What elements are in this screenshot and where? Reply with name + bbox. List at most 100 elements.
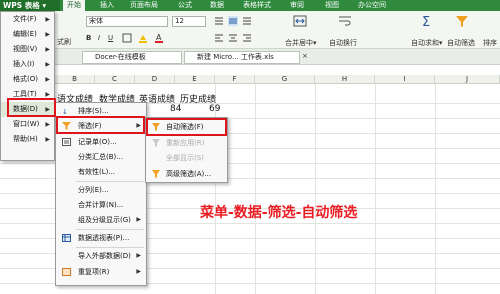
menu-text-to-columns[interactable]: 分列(E)... [56, 183, 146, 197]
menu-help[interactable]: 帮助(H) ▶ [1, 132, 54, 147]
menu-insert[interactable]: 插入(I) ▶ [1, 57, 54, 72]
column-header-i[interactable]: I [375, 75, 435, 84]
column-header-e[interactable]: E [175, 75, 215, 84]
fill-color-icon[interactable] [138, 33, 148, 43]
wrap-text-icon[interactable] [338, 14, 352, 28]
align-center-icon[interactable] [228, 33, 238, 43]
menu-tools[interactable]: 工具(T) ▶ [1, 87, 54, 102]
align-right-icon[interactable] [242, 33, 252, 43]
font-name-select[interactable]: 宋体 [86, 16, 168, 27]
tab-docer-template[interactable]: Docer-在线模板 [82, 51, 182, 64]
menu-consolidate[interactable]: 合并计算(N)... [56, 198, 146, 212]
menu-help-label: 帮助(H) [13, 135, 38, 143]
form-icon [62, 138, 71, 146]
tab-table-style[interactable]: 表格样式 [243, 0, 271, 11]
menu-duplicates-label: 重复项(R) [78, 268, 110, 276]
instruction-annotation: 菜单-数据-筛选-自动筛选 [200, 205, 358, 221]
column-header-d[interactable]: D [135, 75, 175, 84]
cell-value[interactable]: 84 [170, 104, 181, 114]
align-top-icon[interactable] [214, 16, 224, 26]
menu-auto-filter-label: 自动筛选(F) [166, 123, 204, 131]
menu-reapply: 重新应用(R) [146, 136, 227, 150]
font-size-select[interactable]: 12 [172, 16, 206, 27]
menu-filter[interactable]: 筛选(F) ▶ [56, 119, 146, 133]
chevron-right-icon: ▶ [136, 268, 141, 275]
menu-validation[interactable]: 有效性(L)... [56, 165, 146, 179]
column-header-h[interactable]: H [315, 75, 375, 84]
menu-data[interactable]: 数据(D) ▶ [1, 102, 54, 117]
merge-center-label[interactable]: 合并居中▾ [285, 38, 317, 48]
auto-filter-label[interactable]: 自动筛选 [447, 38, 475, 48]
menu-record-form[interactable]: 记录单(O)... [56, 135, 146, 149]
funnel-icon [152, 170, 160, 178]
tab-data[interactable]: 数据 [210, 0, 224, 11]
format-painter-label[interactable]: 式刷 [57, 37, 71, 47]
menu-validation-label: 有效性(L)... [78, 168, 116, 176]
funnel-icon [152, 139, 160, 147]
main-menu: 文件(F) ▶ 编辑(E) ▶ 视图(V) ▶ 插入(I) ▶ 格式(O) ▶ 工具(T)… [0, 11, 55, 161]
tab-review[interactable]: 审阅 [290, 0, 304, 11]
menu-separator [76, 181, 144, 182]
menu-duplicates[interactable]: 重复项(R) ▶ [56, 265, 146, 279]
menu-format-label: 格式(O) [13, 75, 38, 83]
column-header-g[interactable]: G [255, 75, 315, 84]
menu-file-label: 文件(F) [13, 15, 37, 23]
menu-file[interactable]: 文件(F) ▶ [1, 12, 54, 27]
wps-app-button[interactable]: WPS 表格 ▾ [0, 0, 60, 11]
tab-formula[interactable]: 公式 [178, 0, 192, 11]
chevron-right-icon: ▶ [45, 46, 50, 53]
menu-subtotal[interactable]: 分类汇总(B)... [56, 150, 146, 164]
pivot-table-icon [62, 234, 71, 242]
chevron-right-icon: ▶ [45, 121, 50, 128]
wrap-text-label[interactable]: 自动换行 [329, 38, 357, 48]
font-color-icon[interactable]: A [154, 33, 164, 43]
underline-button[interactable]: U [108, 34, 113, 42]
menu-advanced-filter[interactable]: 高级筛选(A)... [146, 167, 227, 181]
menu-import-data[interactable]: 导入外部数据(D) ▶ [56, 249, 146, 263]
title-bar: WPS 表格 ▾ 开始 插入 页面布局 公式 数据 表格样式 审阅 视图 办公空… [0, 0, 500, 11]
align-middle-icon[interactable] [228, 16, 238, 26]
menu-pivot-table[interactable]: 数据透视表(P)... [56, 231, 146, 245]
autosum-label[interactable]: 自动求和▾ [411, 38, 443, 48]
funnel-icon[interactable] [455, 14, 469, 28]
italic-button[interactable]: I [98, 34, 100, 42]
column-header-b[interactable]: B [55, 75, 95, 84]
menu-window-label: 窗口(W) [13, 120, 40, 128]
tab-page-layout[interactable]: 页面布局 [130, 0, 158, 11]
menu-sort-label: 排序(S)... [78, 107, 109, 115]
funnel-icon [152, 123, 160, 131]
close-tab-icon[interactable]: × [302, 52, 308, 60]
align-bottom-icon[interactable] [242, 16, 252, 26]
menu-edit-label: 编辑(E) [13, 30, 37, 38]
merge-center-icon[interactable] [293, 14, 307, 28]
menu-auto-filter[interactable]: 自动筛选(F) [146, 120, 227, 134]
tab-start[interactable]: 开始 [63, 0, 85, 11]
menu-window[interactable]: 窗口(W) ▶ [1, 117, 54, 132]
menu-advanced-filter-label: 高级筛选(A)... [166, 170, 211, 178]
menu-sort[interactable]: ↓ 排序(S)... [56, 104, 146, 118]
tab-office-space[interactable]: 办公空间 [358, 0, 386, 11]
tab-insert[interactable]: 插入 [100, 0, 114, 11]
menu-group-outline[interactable]: 组及分级显示(G) ▶ [56, 213, 146, 227]
column-header-f[interactable]: F [215, 75, 255, 84]
menu-separator [76, 229, 144, 230]
chevron-right-icon: ▶ [45, 76, 50, 83]
sigma-icon[interactable]: Σ [420, 14, 434, 28]
tab-view[interactable]: 视图 [325, 0, 339, 11]
menu-text-to-columns-label: 分列(E)... [78, 186, 109, 194]
chevron-right-icon: ▶ [136, 122, 141, 129]
column-header-c[interactable]: C [95, 75, 135, 84]
tab-docer-label: Docer-在线模板 [95, 53, 146, 61]
cell-value[interactable]: 69 [209, 104, 220, 114]
border-icon[interactable] [122, 33, 132, 43]
tab-workbook[interactable]: 新建 Micro... 工作表.xls [184, 51, 300, 64]
grid-line [215, 84, 216, 294]
svg-text:A: A [156, 33, 162, 42]
menu-subtotal-label: 分类汇总(B)... [78, 153, 123, 161]
menu-view[interactable]: 视图(V) ▶ [1, 42, 54, 57]
align-left-icon[interactable] [214, 33, 224, 43]
column-header-j[interactable]: J [435, 75, 500, 84]
menu-edit[interactable]: 编辑(E) ▶ [1, 27, 54, 42]
menu-format[interactable]: 格式(O) ▶ [1, 72, 54, 87]
bold-button[interactable]: B [86, 34, 91, 42]
